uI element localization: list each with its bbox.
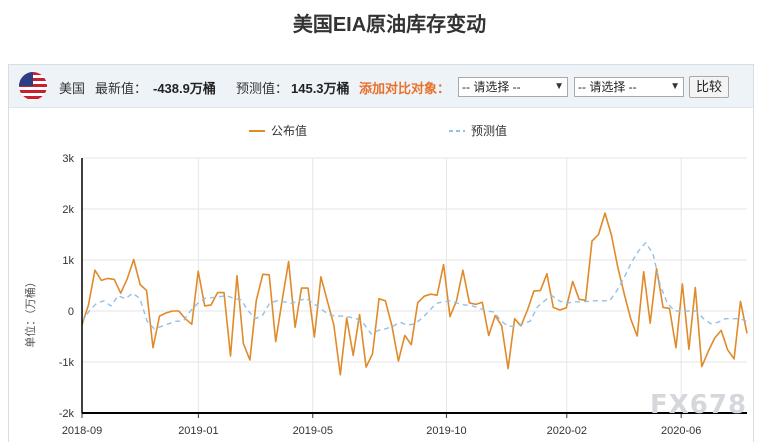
legend-forecast-label: 预测值 [471,123,507,138]
x-axis-ticks: 2018-09 2019-01 2019-05 2019-10 2020-02 2020-… [62,413,701,437]
y-axis-ticks: -2k -1k 0 1k 2k 3k [59,153,75,420]
chart-series [81,212,748,376]
chevron-down-icon: ▼ [670,81,680,92]
us-flag-icon [19,72,47,100]
series-actual-line [81,212,748,376]
latest-value: -438.9万桶 [153,81,216,96]
compare-select-2[interactable]: -- 请选择 -- ▼ [574,77,684,97]
chart-axes [81,158,747,414]
latest-label: 最新值： [95,81,148,96]
y-axis-label: 单位：（万桶） [23,276,37,348]
forecast-value: 145.3万桶 [291,81,350,96]
compare-button[interactable]: 比较 [689,76,729,98]
compare-select-1[interactable]: -- 请选择 -- ▼ [458,77,568,97]
legend-actual-label: 公布值 [271,123,307,138]
add-compare-link[interactable]: 添加对比对象： [359,78,450,97]
chevron-down-icon: ▼ [554,81,564,92]
x-tick-label: 2019-10 [426,425,466,437]
x-tick-label: 2020-06 [661,425,701,437]
compare-select-2-value: -- 请选择 -- [578,80,637,94]
forecast-label: 预测值： [236,81,289,96]
x-tick-label: 2018-09 [62,425,102,437]
y-tick-label: 2k [62,204,74,216]
chart-toolbar: 美国 最新值： -438.9万桶 预测值： 145.3万桶 添加对比对象： --… [9,65,753,108]
gridlines [81,157,747,414]
y-tick-label: 0 [68,306,74,318]
page-title: 美国EIA原油库存变动 [292,14,487,36]
y-tick-label: 3k [62,153,74,165]
x-tick-label: 2020-02 [547,425,587,437]
x-tick-label: 2019-01 [178,425,218,437]
eia-crude-chart: 公布值 预测值 单位：（万桶） -2k-1k01k2k3k 2018-09 201… [23,123,748,437]
y-tick-label: 1k [62,255,74,267]
country-label: 美国 [59,81,86,96]
y-tick-label: -1k [59,357,75,369]
x-tick-label: 2019-05 [293,425,333,437]
fx678-watermark: FX678 [650,390,748,420]
chart-panel: 美国 最新值： -438.9万桶 预测值： 145.3万桶 添加对比对象： --… [8,64,754,442]
y-tick-label: -2k [59,408,75,420]
compare-select-1-value: -- 请选择 -- [462,80,521,94]
chart-legend: 公布值 预测值 [249,123,507,138]
